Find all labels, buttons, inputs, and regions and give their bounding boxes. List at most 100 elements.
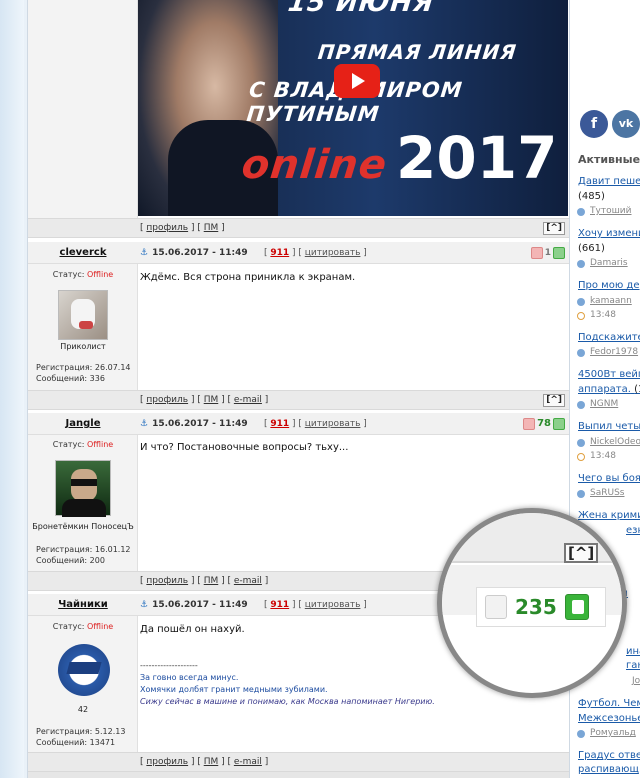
user-status: Статус: Offline	[52, 440, 114, 449]
play-icon[interactable]	[334, 64, 380, 98]
topic-link[interactable]: Градус ответ	[578, 750, 640, 761]
avatar[interactable]	[55, 460, 111, 517]
topic-user[interactable]: SaRUSs	[577, 488, 624, 498]
scroll-top-button[interactable]: [^]	[543, 394, 565, 407]
topic-user[interactable]: NickelOdeo	[577, 437, 640, 447]
anchor-icon[interactable]: ⚓	[140, 600, 148, 610]
next-post-header	[28, 772, 569, 778]
video-top-line: 15 ИЮНЯ	[286, 0, 436, 18]
topic-link-cont[interactable]: аппарата. (1	[578, 384, 640, 395]
signature: -------------------- За говно всегда мин…	[140, 660, 435, 708]
zoomed-scroll-top-button[interactable]: [^]	[564, 543, 599, 563]
clock-icon	[577, 312, 585, 320]
avatar[interactable]	[58, 640, 110, 698]
topic-user[interactable]: Damaris	[577, 258, 628, 268]
video-line2: С ВЛАДИМИРОМ ПУТИНЫМ	[245, 78, 463, 126]
topic-user[interactable]: Fedor1978	[577, 347, 638, 357]
vk-icon[interactable]: vk	[612, 110, 640, 138]
topic-link[interactable]: Подскажите	[578, 332, 640, 343]
thumbs-down-icon[interactable]	[523, 417, 536, 430]
topic-user[interactable]: Тутоший	[577, 206, 632, 216]
email-link[interactable]: e-mail	[234, 757, 262, 767]
video-thumbnail[interactable]: 15 ИЮНЯ ПРЯМАЯ ЛИНИЯ С ВЛАДИМИРОМ ПУТИНЫ…	[138, 0, 568, 216]
post-header: cleverck ⚓ 15.06.2017 - 11:49 [ 911 ] [ ц…	[28, 242, 569, 264]
user-rank: Бронетёмкин ПоносецЪ	[32, 522, 134, 531]
post-number[interactable]: 911	[270, 600, 289, 610]
topic-link[interactable]: Давит пешеход	[578, 176, 640, 187]
topic-link[interactable]: Чего вы боял	[578, 473, 640, 484]
scroll-top-button[interactable]: [^]	[543, 222, 565, 235]
post-date: ⚓ 15.06.2017 - 11:49	[140, 419, 248, 429]
quote-link[interactable]: цитировать	[305, 248, 361, 258]
anchor-icon[interactable]: ⚓	[140, 419, 148, 429]
post-tools: [ 911 ] [ цитировать ]	[264, 419, 367, 429]
signature-line: За говно всегда минус.	[140, 673, 239, 682]
topic-link-cont[interactable]: езнодор	[626, 525, 640, 536]
rating-box: 78	[523, 416, 565, 431]
facebook-icon[interactable]: f	[580, 110, 608, 138]
anchor-icon[interactable]: ⚓	[140, 248, 148, 258]
thumbs-down-icon[interactable]	[530, 246, 543, 259]
profile-link[interactable]: профиль	[146, 757, 188, 767]
post-number[interactable]: 911	[270, 419, 289, 429]
thumbs-up-icon[interactable]	[553, 417, 565, 430]
profile-link[interactable]: профиль	[146, 223, 188, 233]
topic-link-cont[interactable]: распивающ	[578, 764, 639, 775]
pm-link[interactable]: ПМ	[204, 223, 219, 233]
topic-user[interactable]: Ромуальд	[577, 728, 636, 738]
user-rank: Приколист	[60, 342, 106, 351]
pm-link[interactable]: ПМ	[204, 576, 219, 586]
user-icon	[577, 730, 585, 738]
thumbs-up-icon[interactable]	[564, 594, 589, 620]
user-icon	[577, 260, 585, 268]
post-tools: [ 911 ] [ цитировать ]	[264, 248, 367, 258]
user-icon	[577, 349, 585, 357]
topic-link[interactable]: Хочу изменить	[578, 228, 640, 239]
topic-link-fragment[interactable]: ина во	[626, 646, 640, 657]
left-gutter	[0, 0, 24, 778]
user-icon	[577, 208, 585, 216]
post-author[interactable]: Jangle	[28, 418, 138, 429]
topic-link[interactable]: Футбол. Чемп	[578, 698, 640, 709]
topic-user[interactable]: NGNM	[577, 399, 618, 409]
topic-link[interactable]: Про мою дер	[578, 280, 640, 291]
topic-user[interactable]: kamaann	[577, 296, 632, 306]
profile-link[interactable]: профиль	[146, 395, 188, 405]
thumbs-up-icon[interactable]	[553, 246, 565, 259]
user-status: Статус: Offline	[52, 270, 114, 279]
profile-link[interactable]: профиль	[146, 576, 188, 586]
thumbs-down-icon[interactable]	[485, 595, 507, 619]
email-link[interactable]: e-mail	[234, 395, 262, 405]
post-header: Jangle ⚓ 15.06.2017 - 11:49 [ 911 ] [ цит…	[28, 413, 569, 435]
signature-line: Хомячки долбят гранит медными зубилами.	[140, 685, 328, 694]
footer-links: [ профиль ] [ ПМ ] [ e-mail ]	[140, 576, 269, 586]
email-link[interactable]: e-mail	[234, 576, 262, 586]
video-year: 2017	[396, 124, 558, 192]
post-author[interactable]: Чайники	[28, 599, 138, 610]
post-tools: [ 911 ] [ цитировать ]	[264, 600, 367, 610]
video-online: online	[239, 142, 390, 188]
signature-line: Сижу сейчас в машине и понимаю, как Моск…	[140, 697, 435, 706]
topic-user[interactable]: Johan	[620, 676, 640, 686]
topic-link[interactable]: 4500Вт вейп	[578, 369, 640, 380]
topic-time: 13:48	[577, 310, 616, 320]
quote-link[interactable]: цитировать	[305, 600, 361, 610]
pm-link[interactable]: ПМ	[204, 395, 219, 405]
user-pane-prev	[28, 0, 138, 218]
user-icon	[577, 298, 585, 306]
signature-separator: --------------------	[140, 661, 198, 670]
avatar[interactable]	[58, 290, 108, 340]
pm-link[interactable]: ПМ	[204, 757, 219, 767]
quote-link[interactable]: цитировать	[305, 419, 361, 429]
post-date: ⚓ 15.06.2017 - 11:49	[140, 600, 248, 610]
post-number[interactable]: 911	[270, 248, 289, 258]
topic-link[interactable]: Выпил четыр	[578, 421, 640, 432]
topic-count: (485)	[578, 191, 605, 202]
post-footer: [ профиль ] [ ПМ ] [ e-mail ] [^]	[28, 390, 569, 410]
post-footer-0: [ профиль ] [ ПМ ] [^]	[28, 218, 569, 238]
post-author[interactable]: cleverck	[28, 247, 138, 258]
topic-link-cont[interactable]: Межсезонье.	[578, 713, 640, 724]
user-reg: Регистрация: 26.07.14 Сообщений: 336	[36, 363, 131, 383]
user-status: Статус: Offline	[52, 622, 114, 631]
topic-link-fragment[interactable]: гаю...	[626, 660, 640, 671]
